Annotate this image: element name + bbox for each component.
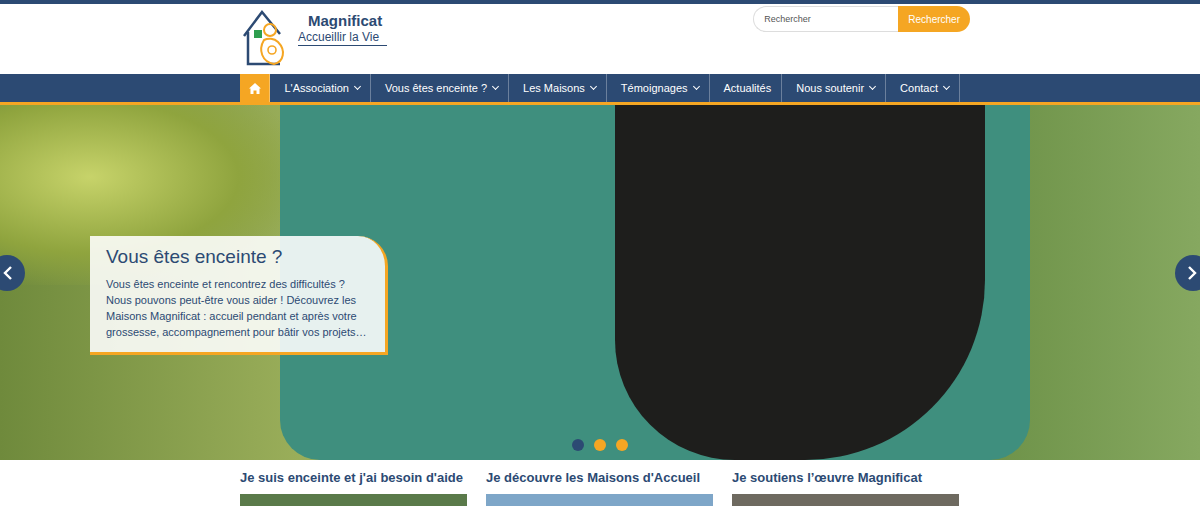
logo[interactable]: MagnificatAccueillir la Vie [240,4,387,68]
hero-slider: Vous êtes enceinte ? Vous êtes enceinte e… [0,105,1200,460]
feature-card[interactable]: Je soutiens l’œuvre Magnificat [732,470,959,506]
feature-card[interactable]: Je découvre les Maisons d'Accueil [486,470,713,506]
search-input[interactable] [753,6,898,32]
slide-text: Vous êtes enceinte et rencontrez des dif… [106,276,371,340]
slider-dot[interactable] [594,439,606,451]
nav-item[interactable]: Contact [886,74,960,102]
nav-item[interactable]: L'Association [270,74,370,102]
slider-dot[interactable] [616,439,628,451]
feature-image [486,494,713,506]
slide-title: Vous êtes enceinte ? [106,246,371,268]
nav-item[interactable]: Vous êtes enceinte ? [371,74,509,102]
nav-home[interactable] [240,74,270,102]
chevron-down-icon [492,83,499,90]
main-nav: L'AssociationVous êtes enceinte ?Les Mai… [0,74,1200,105]
slider-dots [572,439,628,451]
chevron-left-icon [3,266,13,280]
logo-tagline: Accueillir la Vie [298,30,387,46]
slide-caption[interactable]: Vous êtes enceinte ? Vous êtes enceinte e… [90,236,388,355]
feature-title: Je découvre les Maisons d'Accueil [486,470,713,486]
house-family-icon [240,6,296,68]
page: MagnificatAccueillir la Vie Rechercher L'A… [0,0,1200,506]
feature-card[interactable]: Je suis enceinte et j'ai besoin d'aide [240,470,467,506]
nav-item[interactable]: Les Maisons [509,74,607,102]
nav-item[interactable]: Témoignages [607,74,710,102]
logo-name: Magnificat [298,12,387,30]
search-form: Rechercher [753,6,970,32]
chevron-down-icon [943,83,950,90]
chevron-down-icon [869,83,876,90]
top-line [0,0,1200,4]
search-button[interactable]: Rechercher [898,6,970,32]
slider-dot[interactable] [572,439,584,451]
header: MagnificatAccueillir la Vie Rechercher [0,4,1200,74]
features: Je suis enceinte et j'ai besoin d'aide Je… [0,460,1200,506]
feature-image [732,494,959,506]
nav-item[interactable]: Actualités [710,74,783,102]
feature-image [240,494,467,506]
chevron-down-icon [354,83,361,90]
feature-title: Je suis enceinte et j'ai besoin d'aide [240,470,467,486]
chevron-down-icon [692,83,699,90]
feature-title: Je soutiens l’œuvre Magnificat [732,470,959,486]
chevron-down-icon [590,83,597,90]
nav-item[interactable]: Nous soutenir [782,74,886,102]
home-icon [249,83,261,94]
chevron-right-icon [1187,266,1197,280]
